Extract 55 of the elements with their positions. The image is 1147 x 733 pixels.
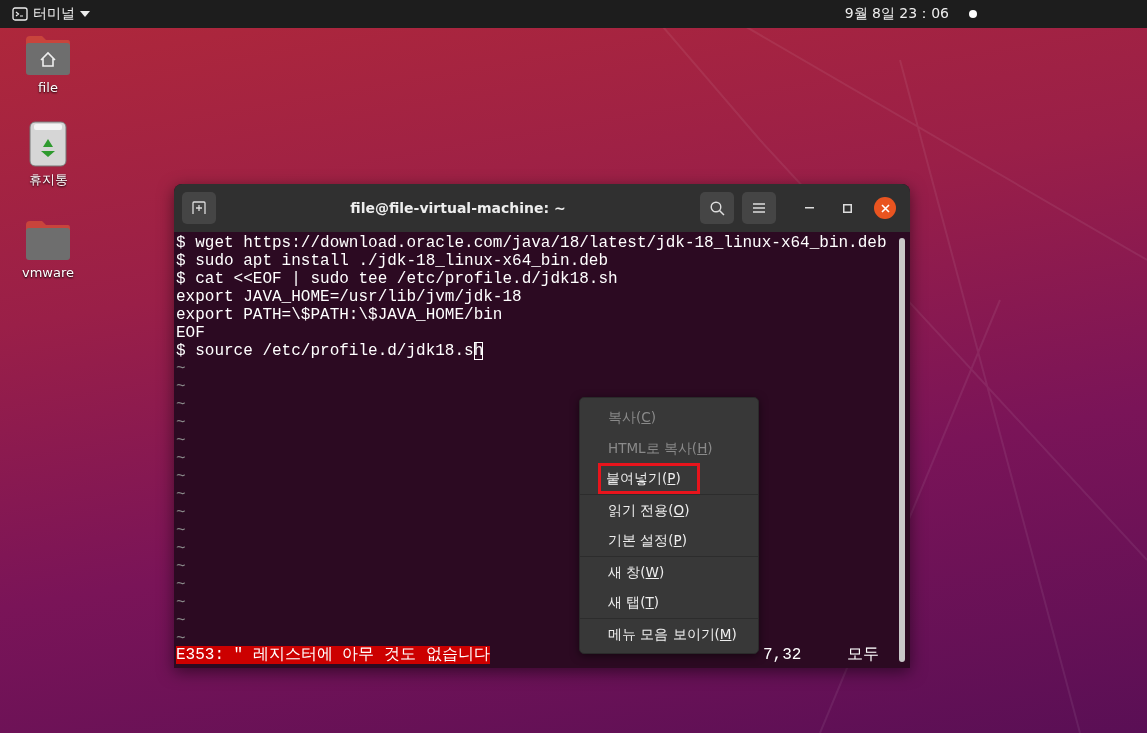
home-folder-icon xyxy=(24,34,72,76)
menu-item[interactable]: 새 창(W) xyxy=(580,556,758,587)
minimize-icon xyxy=(804,207,814,209)
empty-line-marker: ~ xyxy=(176,612,186,630)
menu-item[interactable]: 붙여넣기(P) xyxy=(598,463,700,494)
terminal-line: $ wget https://download.oracle.com/java/18/latest/jdk-18_linux-x64_bin.deb xyxy=(176,234,888,252)
menu-item[interactable]: 새 탭(T) xyxy=(580,587,758,618)
terminal-line: export JAVA_HOME=/usr/lib/jvm/jdk-18 xyxy=(176,288,523,306)
empty-line-marker: ~ xyxy=(176,432,186,450)
empty-line-marker: ~ xyxy=(176,486,186,504)
empty-line-marker: ~ xyxy=(176,594,186,612)
empty-line-marker: ~ xyxy=(176,558,186,576)
empty-line-marker: ~ xyxy=(176,504,186,522)
search-icon xyxy=(709,200,725,216)
empty-line-marker: ~ xyxy=(176,378,186,396)
empty-line-marker: ~ xyxy=(176,468,186,486)
terminal-line: EOF xyxy=(176,324,206,342)
app-menu-label[interactable]: 터미널 xyxy=(33,5,75,23)
menu-icon xyxy=(753,203,765,213)
search-button[interactable] xyxy=(700,192,734,224)
empty-line-marker: ~ xyxy=(176,360,186,378)
terminal-line: export PATH=\$PATH:\$JAVA_HOME/bin xyxy=(176,306,504,324)
close-icon xyxy=(880,203,890,213)
empty-line-marker: ~ xyxy=(176,630,186,648)
new-tab-button[interactable] xyxy=(182,192,216,224)
menu-item[interactable]: 기본 설정(P) xyxy=(580,525,758,556)
menu-item[interactable]: 메뉴 모음 보이기(M) xyxy=(580,618,758,649)
clock[interactable]: 9월 8일 23：06 xyxy=(844,5,949,23)
empty-line-marker: ~ xyxy=(176,540,186,558)
recycle-bin-icon xyxy=(29,121,67,167)
error-message: E353: " 레지스터에 아무 것도 없습니다 xyxy=(176,646,490,664)
terminal-line: $ sudo apt install ./jdk-18_linux-x64_bin.deb xyxy=(176,252,610,270)
status-dot-icon[interactable] xyxy=(969,10,977,18)
empty-line-marker: ~ xyxy=(176,522,186,540)
terminal-icon[interactable] xyxy=(12,7,28,21)
empty-line-marker: ~ xyxy=(176,450,186,468)
empty-line-marker: ~ xyxy=(176,576,186,594)
desktop-icon-label[interactable]: file xyxy=(38,80,58,95)
menu-button[interactable] xyxy=(742,192,776,224)
close-button[interactable] xyxy=(874,197,896,219)
window-title: file@file-virtual-machine: ~ xyxy=(349,200,567,216)
folder-icon xyxy=(24,219,72,261)
scroll-position: 모두 xyxy=(846,646,879,664)
terminal-line: $ source /etc/profile.d/jdk18.sh xyxy=(176,342,485,360)
desktop-icon-label[interactable]: vmware xyxy=(22,265,74,280)
maximize-icon xyxy=(842,203,852,213)
new-tab-icon xyxy=(191,200,207,216)
caret-icon[interactable] xyxy=(80,11,90,17)
terminal-line: $ cat <<EOF | sudo tee /etc/profile.d/jdk18.sh xyxy=(176,270,619,288)
desktop-icon-label[interactable]: 휴지통 xyxy=(28,171,68,189)
empty-line-marker: ~ xyxy=(176,414,186,432)
empty-line-marker: ~ xyxy=(176,396,186,414)
scrollbar[interactable] xyxy=(899,238,905,662)
menu-item[interactable]: 읽기 전용(O) xyxy=(580,494,758,525)
cursor-position: 7,32 xyxy=(763,646,803,664)
